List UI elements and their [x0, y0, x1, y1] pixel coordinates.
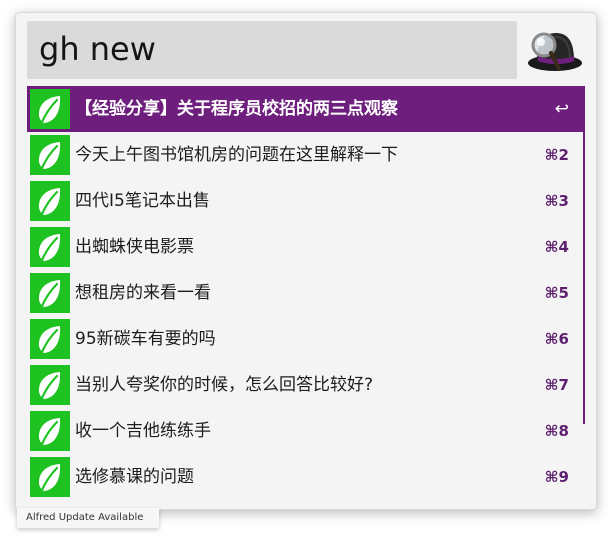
result-row[interactable]: 当别人夸奖你的时候，怎么回答比较好? ⌘7: [27, 362, 583, 408]
search-query[interactable]: gh new: [39, 29, 156, 69]
result-row[interactable]: 四代I5笔记本出售 ⌘3: [27, 178, 583, 224]
leaf-icon: [30, 273, 70, 313]
leaf-icon: [30, 227, 70, 267]
leaf-icon: [30, 319, 70, 359]
result-row[interactable]: 想租房的来看一看 ⌘5: [27, 270, 583, 316]
result-shortcut: ⌘7: [544, 376, 569, 394]
result-title: 想租房的来看一看: [75, 283, 211, 303]
leaf-icon: [30, 89, 70, 129]
result-shortcut: ⌘3: [544, 192, 569, 210]
leaf-icon: [30, 181, 70, 221]
alfred-window: gh new 【经验分享】关于程序员校招的两三点观察 ↩ 今天上午图书馆机房的问题在…: [15, 12, 597, 510]
leaf-icon: [30, 411, 70, 451]
result-shortcut: ⌘4: [544, 238, 569, 256]
alfred-hat-icon: [525, 23, 583, 81]
result-title: 收一个吉他练练手: [75, 421, 211, 441]
return-shortcut: ↩: [554, 99, 569, 119]
result-title: 选修慕课的问题: [75, 467, 194, 487]
update-notice[interactable]: Alfred Update Available: [17, 508, 159, 528]
search-input[interactable]: gh new: [27, 21, 517, 79]
result-shortcut: ⌘8: [544, 422, 569, 440]
result-title: 四代I5笔记本出售: [75, 191, 210, 211]
result-shortcut: ⌘9: [544, 468, 569, 486]
result-title: 当别人夸奖你的时候，怎么回答比较好?: [75, 375, 374, 395]
leaf-icon: [30, 135, 70, 175]
scrollbar[interactable]: [583, 86, 585, 424]
result-row[interactable]: 收一个吉他练练手 ⌘8: [27, 408, 583, 454]
result-row[interactable]: 95新碳车有要的吗 ⌘6: [27, 316, 583, 362]
results-list: 【经验分享】关于程序员校招的两三点观察 ↩ 今天上午图书馆机房的问题在这里解释一下 ⌘…: [27, 86, 585, 502]
result-title: 【经验分享】关于程序员校招的两三点观察: [75, 99, 398, 119]
result-shortcut: ⌘2: [544, 146, 569, 164]
result-row[interactable]: 出蜘蛛侠电影票 ⌘4: [27, 224, 583, 270]
result-row[interactable]: 选修慕课的问题 ⌘9: [27, 454, 583, 500]
result-title: 今天上午图书馆机房的问题在这里解释一下: [75, 145, 398, 165]
result-shortcut: ⌘5: [544, 284, 569, 302]
result-row[interactable]: 今天上午图书馆机房的问题在这里解释一下 ⌘2: [27, 132, 583, 178]
result-title: 95新碳车有要的吗: [75, 329, 216, 349]
update-notice-label: Alfred Update Available: [26, 512, 144, 523]
result-row[interactable]: 【经验分享】关于程序员校招的两三点观察 ↩: [27, 86, 583, 132]
leaf-icon: [30, 457, 70, 497]
result-shortcut: ⌘6: [544, 330, 569, 348]
result-title: 出蜘蛛侠电影票: [75, 237, 194, 257]
leaf-icon: [30, 365, 70, 405]
